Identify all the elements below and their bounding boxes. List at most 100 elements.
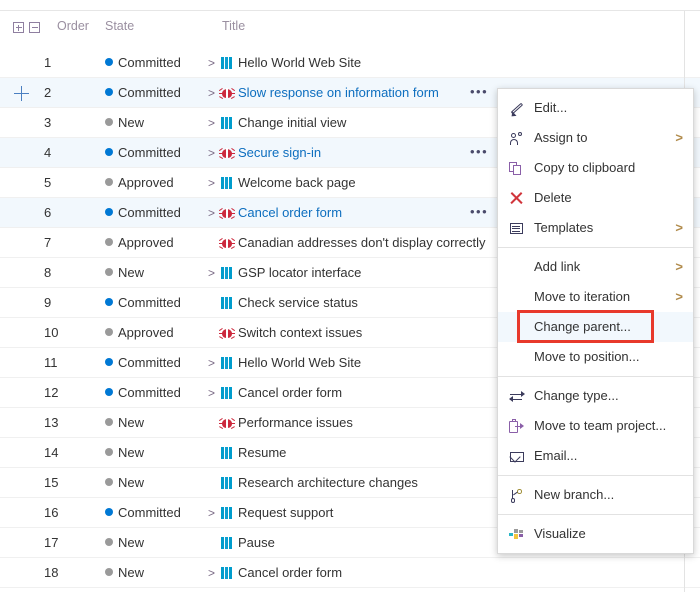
chevron-placeholder: > (208, 536, 220, 550)
menu-item-move-to-team-project[interactable]: Move to team project... (498, 411, 693, 441)
grid-top-divider (0, 10, 700, 11)
title-text[interactable]: Resume (238, 445, 286, 460)
cell-order: 2 (44, 85, 52, 100)
menu-item-label: Move to position... (534, 349, 640, 364)
chevron-right-icon[interactable]: > (208, 356, 220, 370)
title-text[interactable]: Pause (238, 535, 275, 550)
state-dot-icon (105, 508, 113, 516)
menu-item-change-type[interactable]: Change type... (498, 381, 693, 411)
expand-collapse-controls (13, 22, 53, 36)
pencil-icon (509, 101, 524, 119)
cell-title: > Resume (208, 445, 286, 460)
row-expander-plus-icon[interactable] (14, 86, 29, 101)
chevron-right-icon[interactable]: > (208, 116, 220, 130)
title-text[interactable]: Request support (238, 505, 333, 520)
cell-state: Committed (105, 55, 181, 70)
state-label: New (118, 475, 145, 490)
title-text[interactable]: Cancel order form (238, 205, 342, 220)
templates-icon (509, 221, 524, 236)
chevron-right-icon[interactable]: > (208, 386, 220, 400)
menu-item-label: Move to iteration (534, 289, 631, 304)
chevron-right-icon[interactable]: > (208, 176, 220, 190)
menu-item-label: Move to team project... (534, 418, 667, 433)
state-dot-icon (105, 418, 113, 426)
chevron-right-icon[interactable]: > (208, 506, 220, 520)
submenu-chevron-icon[interactable]: > (675, 213, 683, 243)
submenu-chevron-icon[interactable]: > (675, 123, 683, 153)
chevron-right-icon[interactable]: > (208, 266, 220, 280)
bug-icon (218, 417, 236, 430)
title-text[interactable]: Switch context issues (238, 325, 362, 340)
menu-item-move-to-position[interactable]: Move to position... (498, 342, 693, 372)
cell-order: 16 (44, 505, 59, 520)
context-menu[interactable]: Edit... Assign to > Copy to clipboard Delete… (497, 88, 694, 554)
state-label: Approved (118, 175, 174, 190)
title-text[interactable]: Change initial view (238, 115, 346, 130)
email-icon (509, 449, 524, 464)
cell-order: 18 (44, 565, 59, 580)
title-text[interactable]: Welcome back page (238, 175, 356, 190)
state-label: New (118, 265, 145, 280)
title-text[interactable]: Performance issues (238, 415, 353, 430)
cell-order: 17 (44, 535, 59, 550)
cell-order: 13 (44, 415, 59, 430)
backlog-item-icon (220, 567, 234, 579)
title-text[interactable]: Check service status (238, 295, 358, 310)
state-label: New (118, 535, 145, 550)
cell-title: > Hello World Web Site (208, 355, 361, 370)
state-dot-icon (105, 448, 113, 456)
cell-order: 9 (44, 295, 52, 310)
state-label: New (118, 415, 145, 430)
menu-item-edit[interactable]: Edit... (498, 93, 693, 123)
state-dot-icon (105, 208, 113, 216)
cell-order: 7 (44, 235, 52, 250)
cell-order: 6 (44, 205, 52, 220)
title-text[interactable]: Hello World Web Site (238, 355, 361, 370)
title-text[interactable]: Cancel order form (238, 385, 342, 400)
menu-item-label: Edit... (534, 100, 568, 115)
column-header-title[interactable]: Title (222, 19, 245, 33)
state-dot-icon (105, 58, 113, 66)
menu-item-assign-to[interactable]: Assign to > (498, 123, 693, 153)
title-text[interactable]: Secure sign-in (238, 145, 321, 160)
row-more-actions-icon[interactable]: ••• (470, 205, 490, 221)
row-more-actions-icon[interactable]: ••• (470, 85, 490, 101)
cell-title: > Cancel order form (208, 385, 342, 400)
branch-icon (509, 488, 524, 503)
title-text[interactable]: GSP locator interface (238, 265, 361, 280)
plus-box-icon[interactable] (13, 22, 24, 33)
state-label: Committed (118, 295, 181, 310)
title-text[interactable]: Slow response on information form (238, 85, 439, 100)
menu-item-move-to-iteration[interactable]: Move to iteration > (498, 282, 693, 312)
column-header-order[interactable]: Order (57, 19, 89, 33)
submenu-chevron-icon[interactable]: > (675, 282, 683, 312)
bug-icon (218, 237, 236, 250)
title-text[interactable]: Canadian addresses don't display correct… (238, 235, 485, 250)
state-label: Committed (118, 505, 181, 520)
menu-item-add-link[interactable]: Add link > (498, 252, 693, 282)
column-header-state[interactable]: State (105, 19, 134, 33)
backlog-item-icon (220, 267, 234, 279)
menu-item-delete[interactable]: Delete (498, 183, 693, 213)
menu-item-copy-to-clipboard[interactable]: Copy to clipboard (498, 153, 693, 183)
cell-order: 15 (44, 475, 59, 490)
menu-item-new-branch[interactable]: New branch... (498, 480, 693, 510)
menu-item-templates[interactable]: Templates > (498, 213, 693, 243)
backlog-item-icon (220, 537, 234, 549)
submenu-chevron-icon[interactable]: > (675, 252, 683, 282)
chevron-right-icon[interactable]: > (208, 56, 220, 70)
title-text[interactable]: Research architecture changes (238, 475, 418, 490)
title-text[interactable]: Cancel order form (238, 565, 342, 580)
backlog-item-icon (220, 297, 234, 309)
title-text[interactable]: Hello World Web Site (238, 55, 361, 70)
menu-item-email[interactable]: Email... (498, 441, 693, 471)
menu-item-visualize[interactable]: Visualize (498, 519, 693, 549)
menu-separator (498, 247, 693, 248)
menu-item-change-parent[interactable]: Change parent... (498, 310, 693, 343)
table-row[interactable]: 18 New > Cancel order form (0, 558, 700, 588)
chevron-right-icon[interactable]: > (208, 566, 220, 580)
minus-box-icon[interactable] (29, 22, 40, 33)
cell-order: 8 (44, 265, 52, 280)
row-more-actions-icon[interactable]: ••• (470, 145, 490, 161)
table-row[interactable]: 1 Committed > Hello World Web Site (0, 48, 700, 78)
